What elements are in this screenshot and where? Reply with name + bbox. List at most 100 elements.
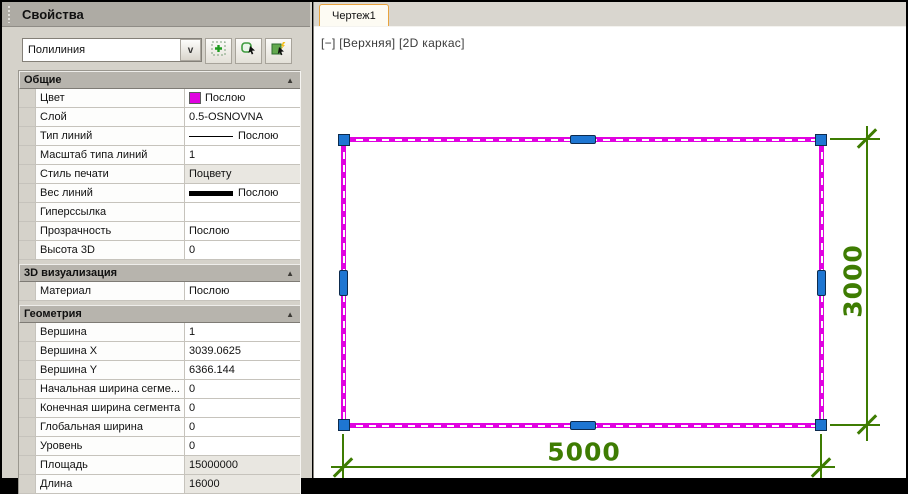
tab-drawing1[interactable]: Чертеж1 bbox=[319, 4, 389, 26]
property-row: Вершина Y6366.144 bbox=[19, 361, 300, 380]
select-objects-button[interactable] bbox=[235, 38, 262, 64]
property-value[interactable]: Послою bbox=[185, 184, 300, 202]
grip-midpoint-left[interactable] bbox=[339, 270, 348, 296]
row-gutter bbox=[19, 475, 36, 493]
property-label: Прозрачность bbox=[36, 222, 185, 240]
select-objects-icon bbox=[241, 41, 257, 61]
dim-ext-line-bottom-left[interactable] bbox=[342, 434, 344, 478]
property-value-text: 0 bbox=[189, 421, 195, 433]
property-row: Глобальная ширина 0 bbox=[19, 418, 300, 437]
grip-corner-top-right[interactable] bbox=[815, 134, 827, 146]
grip-corner-bottom-right[interactable] bbox=[815, 419, 827, 431]
collapse-arrow-icon[interactable]: ▲ bbox=[286, 269, 294, 278]
section-title: 3D визуализация bbox=[24, 267, 117, 279]
palette-titlebar[interactable]: Свойства bbox=[2, 2, 310, 27]
row-gutter bbox=[19, 184, 36, 202]
property-value: 15000000 bbox=[185, 456, 300, 474]
drawing-canvas[interactable]: Чертеж1 [−] [Верхняя] [2D каркас] bbox=[313, 2, 906, 478]
property-value[interactable]: 0 bbox=[185, 241, 300, 259]
property-value-text: 1 bbox=[189, 326, 195, 338]
property-row: Высота 3D 0 bbox=[19, 241, 300, 260]
color-swatch-icon bbox=[189, 92, 201, 104]
section-header[interactable]: 3D визуализация ▲ bbox=[19, 264, 300, 282]
property-value[interactable]: 3039.0625 bbox=[185, 342, 300, 360]
property-value-text: Послою bbox=[205, 92, 245, 104]
property-label: Вес линий bbox=[36, 184, 185, 202]
property-value-text: Послою bbox=[238, 187, 278, 199]
dim-ext-line-bottom-right[interactable] bbox=[830, 424, 880, 426]
grip-corner-top-left[interactable] bbox=[338, 134, 350, 146]
property-value[interactable] bbox=[185, 203, 300, 221]
property-label: Высота 3D bbox=[36, 241, 185, 259]
property-value-text: 0 bbox=[189, 440, 195, 452]
property-row: МатериалПослою bbox=[19, 282, 300, 301]
row-gutter bbox=[19, 127, 36, 145]
property-value[interactable]: 0 bbox=[185, 437, 300, 455]
object-type-dropdown[interactable]: Полилиния v bbox=[22, 38, 202, 62]
grip-midpoint-top[interactable] bbox=[570, 135, 596, 144]
property-row: Длина 16000 bbox=[19, 475, 300, 494]
property-value[interactable]: Послою bbox=[185, 282, 300, 300]
row-gutter bbox=[19, 108, 36, 126]
grip-midpoint-right[interactable] bbox=[817, 270, 826, 296]
property-value[interactable]: Послою bbox=[185, 222, 300, 240]
row-gutter bbox=[19, 282, 36, 300]
dim-ext-line-bottom-right2[interactable] bbox=[820, 434, 822, 478]
row-gutter bbox=[19, 222, 36, 240]
property-row: Уровень0 bbox=[19, 437, 300, 456]
property-value[interactable]: Послою bbox=[185, 127, 300, 145]
property-row: Слой 0.5-OSNOVNA bbox=[19, 108, 300, 127]
property-value[interactable]: 0.5-OSNOVNA bbox=[185, 108, 300, 126]
section-header[interactable]: Геометрия ▲ bbox=[19, 305, 300, 323]
property-value[interactable]: 0 bbox=[185, 380, 300, 398]
pickadd-toggle-button[interactable] bbox=[205, 38, 232, 64]
property-value-text: Поцвету bbox=[189, 168, 231, 180]
property-value[interactable]: Послою bbox=[185, 89, 300, 107]
property-value[interactable]: 6366.144 bbox=[185, 361, 300, 379]
property-label: Слой bbox=[36, 108, 185, 126]
palette-drag-handle-icon[interactable] bbox=[7, 5, 12, 23]
dim-height-label[interactable]: 3000 bbox=[839, 244, 868, 318]
property-value[interactable]: 0 bbox=[185, 399, 300, 417]
property-row: Вершина X 3039.0625 bbox=[19, 342, 300, 361]
dim-ext-line-top-right[interactable] bbox=[830, 138, 880, 140]
property-label: Вершина Y bbox=[36, 361, 185, 379]
grip-midpoint-bottom[interactable] bbox=[570, 421, 596, 430]
chevron-down-icon[interactable]: v bbox=[180, 39, 201, 61]
property-label: Стиль печати bbox=[36, 165, 185, 183]
property-row: Начальная ширина сегме...0 bbox=[19, 380, 300, 399]
property-label: Цвет bbox=[36, 89, 185, 107]
grip-corner-bottom-left[interactable] bbox=[338, 419, 350, 431]
row-gutter bbox=[19, 418, 36, 436]
property-label: Глобальная ширина bbox=[36, 418, 185, 436]
row-gutter bbox=[19, 203, 36, 221]
section-title: Геометрия bbox=[24, 308, 82, 320]
dim-width-label[interactable]: 5000 bbox=[547, 438, 621, 467]
property-row: Вес линий Послою bbox=[19, 184, 300, 203]
quick-select-button[interactable] bbox=[265, 38, 292, 64]
drawing-tabbar: Чертеж1 bbox=[314, 2, 906, 27]
collapse-arrow-icon[interactable]: ▲ bbox=[286, 310, 294, 319]
property-row: Цвет Послою bbox=[19, 89, 300, 108]
property-value-text: 0 bbox=[189, 244, 195, 256]
property-label: Материал bbox=[36, 282, 185, 300]
property-row: Прозрачность Послою bbox=[19, 222, 300, 241]
row-gutter bbox=[19, 380, 36, 398]
row-gutter bbox=[19, 146, 36, 164]
property-value[interactable]: 0 bbox=[185, 418, 300, 436]
section-header[interactable]: Общие▲ bbox=[19, 71, 300, 89]
property-label: Масштаб типа линий bbox=[36, 146, 185, 164]
property-value-text: Послою bbox=[189, 225, 229, 237]
property-value[interactable]: 1 bbox=[185, 323, 300, 341]
property-label: Длина bbox=[36, 475, 185, 493]
property-value-text: Послою bbox=[238, 130, 278, 142]
property-value-text: 0.5-OSNOVNA bbox=[189, 111, 263, 123]
property-row: Тип линийПослою bbox=[19, 127, 300, 146]
collapse-arrow-icon[interactable]: ▲ bbox=[286, 76, 294, 85]
property-label: Вершина X bbox=[36, 342, 185, 360]
property-value-text: 16000 bbox=[189, 478, 220, 490]
property-value-text: 3039.0625 bbox=[189, 345, 241, 357]
viewport-label: [−] [Верхняя] [2D каркас] bbox=[321, 36, 465, 50]
palette-title: Свойства bbox=[22, 7, 84, 22]
property-value[interactable]: 1 bbox=[185, 146, 300, 164]
